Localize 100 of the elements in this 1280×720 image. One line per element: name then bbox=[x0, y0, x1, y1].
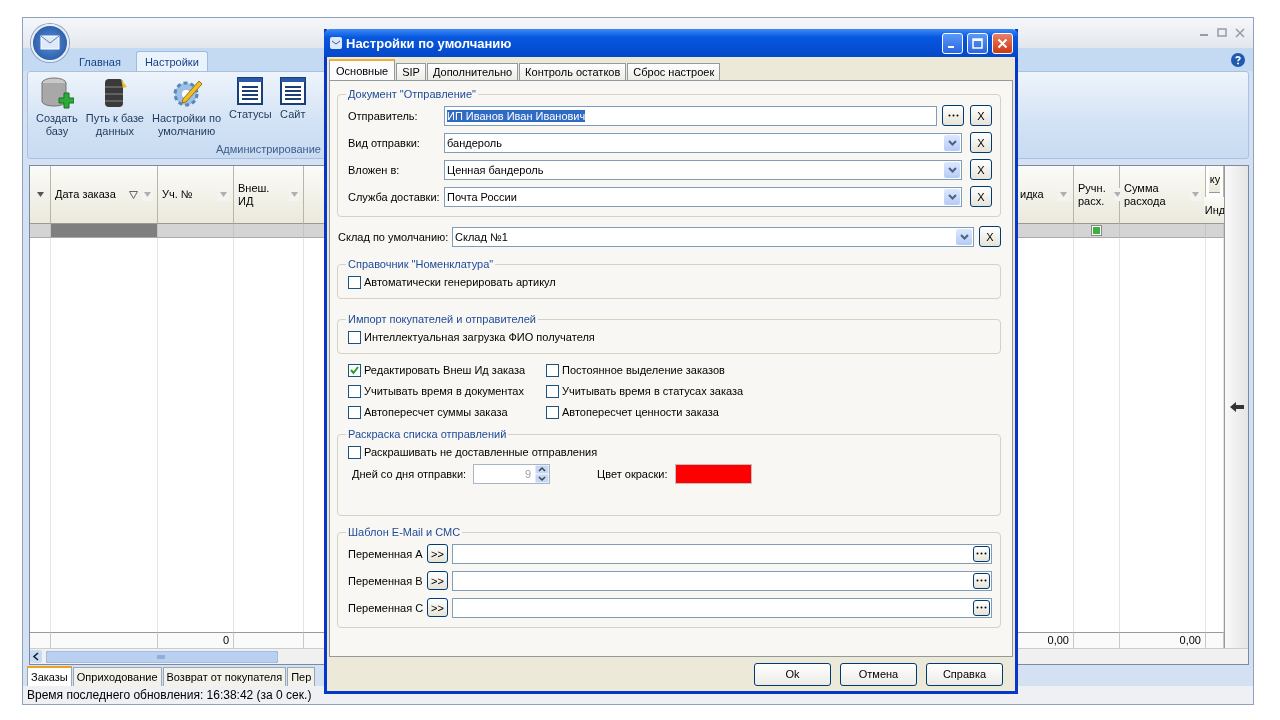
filter-cell[interactable] bbox=[234, 224, 304, 238]
dialog-tab[interactable]: Контроль остатков bbox=[519, 63, 627, 80]
scrollbar-thumb[interactable] bbox=[46, 650, 278, 663]
ribbon-tab[interactable]: Настройки bbox=[135, 51, 208, 71]
bottom-tab[interactable]: Возврат от покупателя bbox=[162, 667, 287, 686]
status-text: Время последнего обновления: 16:38:42 (за 0 сек.) bbox=[27, 688, 312, 702]
dropdown-field[interactable]: Склад №1 bbox=[452, 226, 974, 247]
dialog-tab[interactable]: Сброс настроек bbox=[627, 63, 721, 80]
minimize-button[interactable] bbox=[942, 32, 963, 54]
chevron-down-icon bbox=[959, 233, 969, 240]
dialog-button[interactable]: Справка bbox=[926, 662, 1003, 686]
dialog-tab[interactable]: Основные bbox=[329, 59, 396, 80]
insert-button[interactable]: >> bbox=[427, 544, 448, 563]
column-header[interactable]: Ручн. расх. bbox=[1074, 166, 1120, 224]
field-label: Переменная C bbox=[348, 601, 425, 614]
dialog-button[interactable]: Отмена bbox=[840, 662, 917, 686]
browse-button[interactable] bbox=[973, 572, 990, 589]
dropdown-button[interactable] bbox=[944, 161, 960, 178]
browse-button[interactable] bbox=[973, 599, 990, 616]
dropdown-field[interactable]: Ценная бандероль bbox=[444, 159, 962, 180]
color-swatch[interactable] bbox=[674, 464, 752, 484]
checkbox-label: Учитывать время в статусах заказа bbox=[562, 385, 744, 397]
browse-button[interactable] bbox=[973, 545, 990, 562]
checkbox[interactable] bbox=[348, 330, 361, 344]
text-field[interactable]: ИП Иванов Иван Иванович bbox=[444, 105, 937, 126]
filter-cell[interactable] bbox=[1016, 224, 1074, 238]
dropdown-button[interactable] bbox=[944, 134, 960, 151]
checkbox[interactable] bbox=[348, 384, 361, 398]
bottom-tab[interactable]: Заказы bbox=[27, 666, 72, 686]
dropdown-field[interactable]: бандероль bbox=[444, 132, 962, 153]
column-chooser-icon[interactable] bbox=[36, 192, 44, 197]
clear-button[interactable]: X bbox=[970, 105, 992, 126]
column-header[interactable]: ку bbox=[1208, 166, 1221, 193]
column-header[interactable]: Сумма расхода bbox=[1120, 166, 1206, 224]
dropdown-button[interactable] bbox=[944, 188, 960, 205]
checkbox-label: Учитывать время в документах bbox=[364, 385, 524, 397]
close-icon bbox=[997, 37, 1008, 49]
dialog-title: Настройки по умолчанию bbox=[346, 35, 513, 51]
column-header[interactable]: Внеш. ИД bbox=[234, 166, 304, 224]
maximize-button[interactable] bbox=[967, 32, 988, 54]
checkbox-label: Постоянное выделение заказов bbox=[562, 364, 725, 376]
bottom-tab[interactable]: Оприходование bbox=[72, 667, 162, 686]
checkbox[interactable] bbox=[546, 405, 559, 419]
field-label: Дней со дня отправки: bbox=[352, 468, 467, 480]
column-header[interactable]: Дата заказа bbox=[51, 166, 158, 224]
field-label: Вложен в: bbox=[348, 163, 401, 176]
checkbox[interactable] bbox=[348, 363, 361, 377]
ribbon-button[interactable]: Создать базу bbox=[36, 77, 78, 138]
ribbon-button[interactable]: Сайт bbox=[279, 77, 306, 121]
dialog-tab[interactable]: SIP bbox=[396, 63, 426, 80]
bottom-tab[interactable]: Пер bbox=[287, 667, 316, 686]
side-panel-toggle[interactable] bbox=[1224, 166, 1248, 648]
clear-button[interactable]: X bbox=[970, 186, 992, 207]
insert-button[interactable]: >> bbox=[427, 571, 448, 590]
filter-icon[interactable] bbox=[129, 190, 138, 199]
arrow-left-icon bbox=[1229, 402, 1244, 412]
filter-cell[interactable] bbox=[1074, 224, 1120, 238]
dialog-tab[interactable]: Дополнительно bbox=[426, 63, 519, 80]
column-header[interactable]: идка bbox=[1016, 166, 1074, 224]
dropdown-field[interactable]: Почта России bbox=[444, 186, 962, 207]
ribbon-button[interactable]: Путь к базе данных bbox=[85, 77, 144, 138]
ribbon-button[interactable]: Настройки по умолчанию bbox=[152, 77, 222, 138]
dialog-button[interactable]: Ok bbox=[754, 662, 831, 686]
ellipsis-icon bbox=[976, 579, 987, 582]
scroll-left-button[interactable] bbox=[30, 650, 42, 663]
field-label: Отправитель: bbox=[348, 109, 419, 122]
browse-button[interactable] bbox=[942, 105, 964, 126]
text-field[interactable] bbox=[452, 570, 992, 591]
text-field[interactable] bbox=[452, 543, 992, 564]
ribbon-button[interactable]: Статусы bbox=[229, 77, 272, 121]
ribbon-tab[interactable]: Главная bbox=[70, 51, 130, 71]
checkbox-label: Интеллектуальная загрузка ФИО получателя bbox=[364, 331, 595, 343]
filter-checkbox[interactable] bbox=[1091, 225, 1102, 236]
group-title: Справочник "Номенклатура" bbox=[347, 258, 495, 270]
clear-button[interactable]: X bbox=[970, 132, 992, 153]
group-title: Шаблон E-Mail и СМС bbox=[347, 526, 462, 538]
filter-cell[interactable] bbox=[158, 224, 234, 238]
ellipsis-icon bbox=[947, 114, 959, 117]
minimize-icon bbox=[948, 45, 954, 48]
close-button[interactable] bbox=[992, 32, 1013, 54]
checkbox[interactable] bbox=[546, 363, 559, 377]
checkbox[interactable] bbox=[348, 445, 361, 459]
clear-button[interactable]: X bbox=[979, 226, 1001, 247]
filter-cell[interactable] bbox=[30, 224, 51, 238]
filter-cell[interactable] bbox=[1120, 224, 1206, 238]
checkbox-label: Раскрашивать не доставленные отправления bbox=[364, 446, 598, 458]
column-header[interactable]: Уч. № bbox=[158, 166, 234, 224]
checkbox[interactable] bbox=[348, 275, 361, 289]
checkbox-label: Автоматически генерировать артикул bbox=[364, 276, 556, 288]
insert-button[interactable]: >> bbox=[427, 598, 448, 617]
text-field[interactable] bbox=[452, 597, 992, 618]
clear-button[interactable]: X bbox=[970, 159, 992, 180]
spinner-arrows-icon[interactable] bbox=[535, 465, 550, 483]
dropdown-button[interactable] bbox=[956, 228, 972, 245]
checkbox[interactable] bbox=[348, 405, 361, 419]
dropdown-arrow-icon bbox=[1192, 192, 1199, 197]
help-icon[interactable] bbox=[1231, 52, 1245, 67]
filter-cell[interactable] bbox=[51, 224, 158, 238]
filter-cell[interactable] bbox=[1206, 224, 1224, 238]
checkbox[interactable] bbox=[546, 384, 559, 398]
